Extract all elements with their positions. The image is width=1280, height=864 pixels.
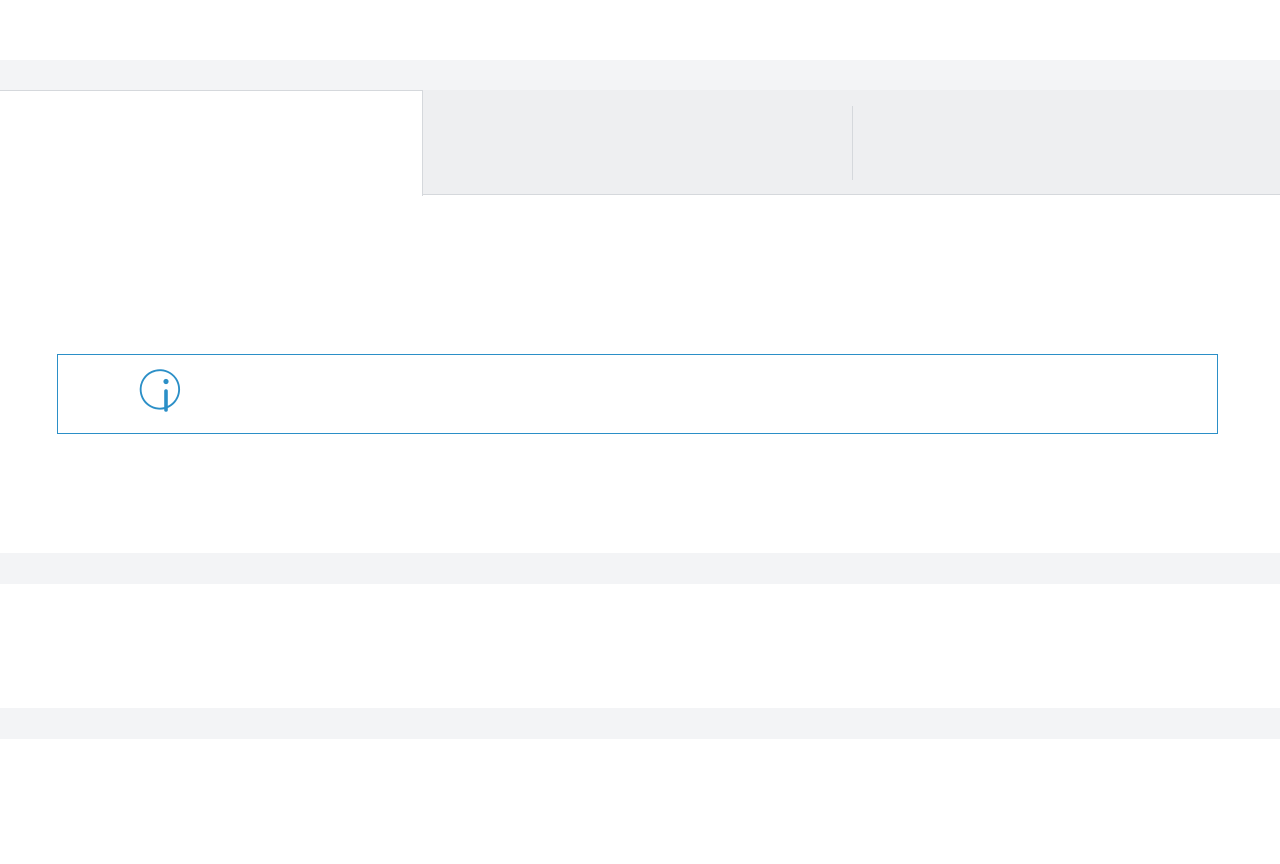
tab-bar <box>0 90 1280 196</box>
section-separator-middle <box>0 553 1280 584</box>
tab-1[interactable] <box>0 90 423 196</box>
page <box>0 0 1280 864</box>
tab-divider <box>852 106 853 180</box>
info-notice <box>57 354 1218 434</box>
section-separator-top <box>0 60 1280 91</box>
tab-2[interactable] <box>423 90 852 195</box>
tab-3[interactable] <box>852 90 1280 195</box>
section-separator-bottom <box>0 708 1280 739</box>
info-icon <box>126 355 206 435</box>
